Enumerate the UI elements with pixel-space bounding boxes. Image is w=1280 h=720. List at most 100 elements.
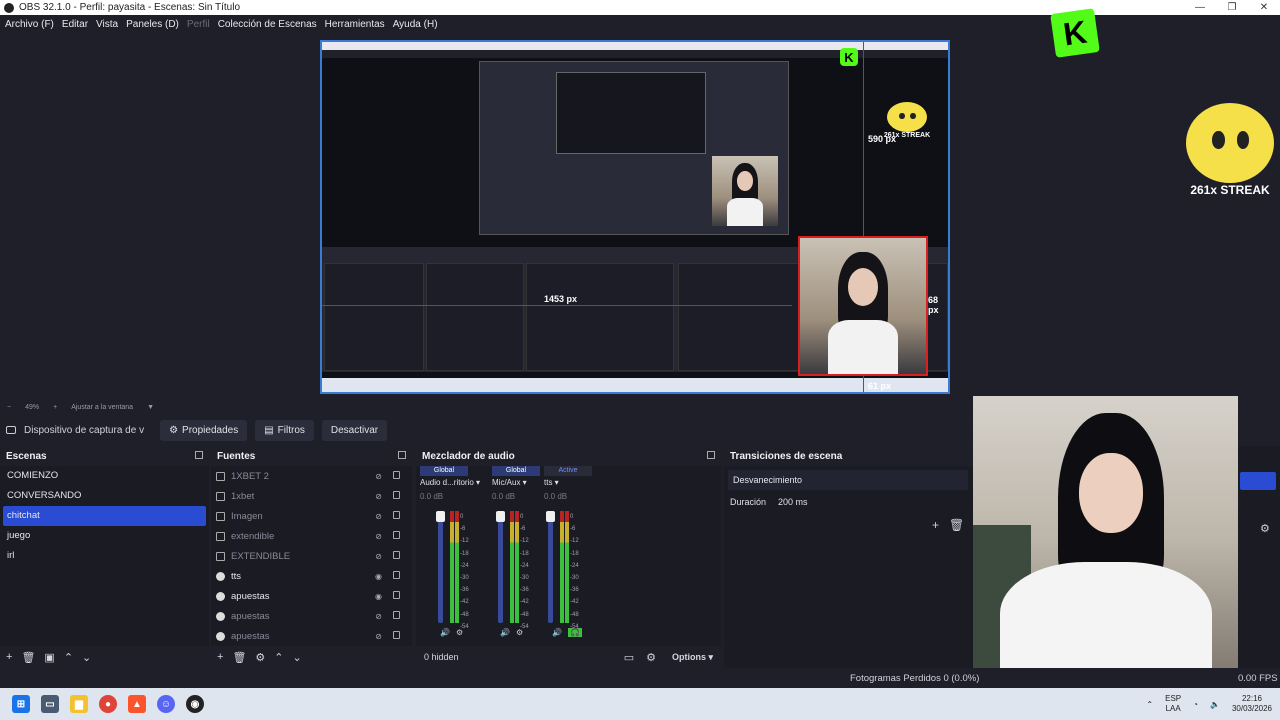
headphones-icon[interactable]: 🎧	[567, 628, 582, 637]
channel-name[interactable]: Audio d...ritorio ▾	[420, 478, 480, 487]
source-item[interactable]: apuestas ⊘	[211, 606, 412, 626]
fader-handle[interactable]	[496, 511, 505, 522]
zoom-out-button[interactable]: −	[7, 404, 11, 411]
selected-webcam-source[interactable]	[798, 236, 928, 376]
channel-name[interactable]: tts ▾	[544, 478, 592, 487]
preview-area[interactable]: K 261x STREAK 590 px 1453 px 68 px 61 px…	[0, 8, 1280, 399]
move-down-button[interactable]: ⌄	[82, 651, 91, 664]
source-item[interactable]: EXTENDIBLE ⊘	[211, 546, 412, 566]
menu-perfil[interactable]: Perfil	[187, 19, 210, 30]
minimize-button[interactable]: —	[1184, 2, 1216, 13]
remove-source-button[interactable]: 🗑	[232, 651, 246, 664]
fader-handle[interactable]	[546, 511, 555, 522]
remove-scene-button[interactable]: 🗑	[21, 651, 35, 664]
lock-icon[interactable]	[393, 631, 400, 639]
menu-archivo[interactable]: Archivo (F)	[5, 19, 54, 30]
eye-icon[interactable]: ◉	[375, 572, 382, 581]
eye-hidden-icon[interactable]: ⊘	[375, 532, 382, 541]
speaker-icon[interactable]: 🔊	[552, 628, 562, 637]
eye-hidden-icon[interactable]: ⊘	[375, 472, 382, 481]
obs-taskbar-icon[interactable]: ◉	[186, 695, 204, 713]
volume-fader[interactable]	[438, 511, 443, 623]
add-transition-button[interactable]: +	[932, 518, 939, 532]
menu-coleccion[interactable]: Colección de Escenas	[218, 19, 317, 30]
scene-comienzo[interactable]: COMIENZO	[0, 466, 209, 486]
eye-hidden-icon[interactable]: ⊘	[375, 492, 382, 501]
wifi-icon[interactable]: ◔	[1193, 700, 1198, 709]
tray-chevron-icon[interactable]: ⌃	[1146, 700, 1153, 709]
monitor-icon[interactable]: ⚙	[456, 628, 463, 637]
lock-icon[interactable]	[393, 611, 400, 619]
mixer-layout-icon[interactable]: ▭	[624, 651, 634, 664]
eye-hidden-icon[interactable]: ⊘	[375, 612, 382, 621]
filters-button[interactable]: ▤ Filtros	[255, 419, 314, 441]
lock-icon[interactable]	[393, 591, 400, 599]
source-item[interactable]: 1XBET 2 ⊘	[211, 466, 412, 486]
scene-chitchat[interactable]: chitchat	[3, 506, 206, 526]
scene-juego[interactable]: juego	[0, 526, 209, 546]
brave-icon[interactable]: ▲	[128, 695, 146, 713]
zoom-dropdown-icon[interactable]: ▼	[147, 404, 154, 411]
scene-irl[interactable]: irl	[0, 546, 209, 566]
volume-fader[interactable]	[548, 511, 553, 623]
lock-icon[interactable]	[393, 511, 400, 519]
hidden-count[interactable]: 0 hidden	[424, 652, 459, 662]
volume-fader[interactable]	[498, 511, 503, 623]
menu-herramientas[interactable]: Herramientas	[325, 19, 385, 30]
clock[interactable]: 22:16 30/03/2026	[1232, 694, 1272, 714]
add-scene-button[interactable]: +	[6, 651, 12, 663]
lock-icon[interactable]	[393, 491, 400, 499]
mixer-options-button[interactable]: Options ▾	[672, 652, 713, 663]
language-indicator[interactable]: ESP LAA	[1165, 694, 1181, 714]
zoom-fit-button[interactable]: Ajustar a la ventana	[71, 404, 133, 411]
source-item[interactable]: tts ◉	[211, 566, 412, 586]
source-item[interactable]: apuestas ◉	[211, 586, 412, 606]
lock-icon[interactable]	[393, 551, 400, 559]
mixer-settings-icon[interactable]: ⚙	[646, 651, 656, 664]
fader-handle[interactable]	[436, 511, 445, 522]
discord-icon[interactable]: ☺	[157, 695, 175, 713]
file-explorer-icon[interactable]: ▆	[70, 695, 88, 713]
lock-icon[interactable]	[393, 471, 400, 479]
scene-filters-button[interactable]: ▣	[44, 651, 54, 664]
chrome-icon[interactable]: ●	[99, 695, 117, 713]
source-item[interactable]: apuestas ⊘	[211, 626, 412, 646]
scene-conversando[interactable]: CONVERSANDO	[0, 486, 209, 506]
source-item[interactable]: extendible ⊘	[211, 526, 412, 546]
menu-vista[interactable]: Vista	[96, 19, 118, 30]
dock-popout-icon[interactable]	[195, 451, 203, 459]
settings-gear-icon[interactable]: ⚙	[1260, 522, 1270, 535]
remove-transition-button[interactable]: 🗑	[949, 518, 964, 532]
transition-select[interactable]: Desvanecimiento	[728, 470, 968, 490]
zoom-in-button[interactable]: +	[53, 404, 57, 411]
windows-start-icon[interactable]: ⊞	[12, 695, 30, 713]
volume-icon[interactable]: 🔈	[1210, 700, 1220, 709]
add-source-button[interactable]: +	[217, 651, 223, 663]
eye-hidden-icon[interactable]: ⊘	[375, 632, 382, 641]
maximize-button[interactable]: ❐	[1216, 2, 1248, 13]
move-down-button[interactable]: ⌄	[293, 651, 302, 664]
dock-popout-icon[interactable]	[707, 451, 715, 459]
menu-editar[interactable]: Editar	[62, 19, 88, 30]
lock-icon[interactable]	[393, 531, 400, 539]
start-streaming-button[interactable]	[1240, 472, 1276, 490]
speaker-icon[interactable]: 🔊	[500, 628, 510, 637]
channel-name[interactable]: Mic/Aux ▾	[492, 478, 540, 487]
task-view-icon[interactable]: ▭	[41, 695, 59, 713]
close-button[interactable]: ✕	[1248, 2, 1280, 13]
source-item[interactable]: 1xbet ⊘	[211, 486, 412, 506]
menu-ayuda[interactable]: Ayuda (H)	[393, 19, 438, 30]
monitor-icon[interactable]: ⚙	[516, 628, 523, 637]
eye-hidden-icon[interactable]: ⊘	[375, 512, 382, 521]
menu-paneles[interactable]: Paneles (D)	[126, 19, 179, 30]
move-up-button[interactable]: ⌃	[274, 651, 283, 664]
preview-canvas[interactable]: K 261x STREAK 590 px 1453 px 68 px 61 px	[320, 40, 950, 394]
properties-button[interactable]: ⚙ Propiedades	[160, 419, 248, 441]
source-settings-button[interactable]: ⚙	[255, 651, 265, 664]
speaker-icon[interactable]: 🔊	[440, 628, 450, 637]
duration-input[interactable]: 200 ms	[778, 497, 808, 507]
eye-hidden-icon[interactable]: ⊘	[375, 552, 382, 561]
deactivate-button[interactable]: Desactivar	[321, 419, 388, 441]
dock-popout-icon[interactable]	[398, 451, 406, 459]
source-item[interactable]: Imagen ⊘	[211, 506, 412, 526]
